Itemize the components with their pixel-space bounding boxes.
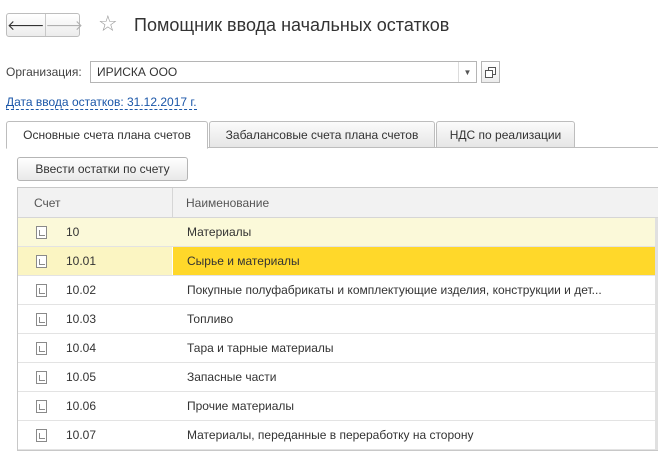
account-name-cell: Тара и тарные материалы [173,334,656,362]
table-row[interactable]: 10.04 Тара и тарные материалы [18,334,658,363]
account-name-cell: Сырье и материалы [173,247,656,275]
table-row[interactable]: 10.02 Покупные полуфабрикаты и комплекту… [18,276,658,305]
organization-value: ИРИСКА ООО [97,65,178,79]
account-code-cell: 10.06 [18,392,172,420]
column-header-account[interactable]: Счет [34,196,61,210]
account-document-icon [36,226,47,239]
tab-vat-sales[interactable]: НДС по реализации [436,121,575,148]
account-code: 10.04 [66,341,97,355]
account-name: Материалы [187,225,252,239]
account-name-cell: Прочие материалы [173,392,656,420]
account-name-cell: Покупные полуфабрикаты и комплектующие и… [173,276,656,304]
favorite-star-icon[interactable]: ☆ [98,12,118,36]
account-code-cell: 10.02 [18,276,172,304]
account-code-cell: 10.05 [18,363,172,391]
account-name-cell: Запасные части [173,363,656,391]
account-code-cell: 10 [18,218,172,246]
balance-date-link[interactable]: Дата ввода остатков: 31.12.2017 г. [6,95,197,110]
open-organization-button[interactable] [481,61,500,83]
organization-label: Организация: [6,65,82,79]
account-name: Прочие материалы [187,399,295,413]
table-row[interactable]: 10.07 Материалы, переданные в переработк… [18,421,658,450]
account-name: Материалы, переданные в переработку на с… [187,428,474,442]
account-name: Покупные полуфабрикаты и комплектующие и… [187,283,602,297]
arrow-left-icon: 🡐 [7,16,45,33]
open-window-icon [485,66,496,78]
account-code: 10.07 [66,428,97,442]
tab-off-balance-accounts[interactable]: Забалансовые счета плана счетов [209,121,435,148]
account-code: 10.06 [66,399,97,413]
account-name-cell: Топливо [173,305,656,333]
account-code-cell: 10.04 [18,334,172,362]
account-document-icon [36,429,47,442]
account-document-icon [36,255,47,268]
account-name: Запасные части [187,370,277,384]
account-document-icon [36,342,47,355]
table-header: Счет Наименование [18,188,658,218]
account-document-icon [36,371,47,384]
account-code-cell: 10.01 [18,247,172,275]
table-row[interactable]: 10.05 Запасные части [18,363,658,392]
tab-main-accounts[interactable]: Основные счета плана счетов [6,121,208,149]
account-code: 10 [66,225,80,239]
page-title: Помощник ввода начальных остатков [134,15,450,35]
account-document-icon [36,400,47,413]
forward-button[interactable]: 🡒 [46,14,84,36]
account-code: 10.02 [66,283,97,297]
navigation-buttons: 🡐 🡒 [6,13,83,37]
back-button[interactable]: 🡐 [7,14,46,36]
table-row[interactable]: 10 Материалы [18,218,658,247]
accounts-table[interactable]: Счет Наименование 10 Материалы 10.01 Сыр… [17,187,658,451]
account-name-cell: Материалы, переданные в переработку на с… [173,421,656,449]
account-code-cell: 10.07 [18,421,172,449]
account-document-icon [36,313,47,326]
account-code: 10.01 [66,254,97,268]
table-row[interactable]: 10.03 Топливо [18,305,658,334]
organization-field[interactable]: ИРИСКА ООО ▼ [90,61,477,83]
account-name: Тара и тарные материалы [187,341,334,355]
account-code-cell: 10.03 [18,305,172,333]
chevron-down-icon[interactable]: ▼ [458,62,476,82]
account-name: Топливо [187,312,234,326]
arrow-right-icon: 🡒 [45,16,84,33]
column-divider [172,188,173,218]
column-header-name[interactable]: Наименование [186,196,269,210]
account-name: Сырье и материалы [187,254,300,268]
account-document-icon [36,284,47,297]
table-row-selected[interactable]: 10.01 Сырье и материалы [18,247,658,276]
account-code: 10.03 [66,312,97,326]
enter-balance-button[interactable]: Ввести остатки по счету [17,157,188,181]
account-code: 10.05 [66,370,97,384]
table-row[interactable]: 10.06 Прочие материалы [18,392,658,421]
account-name-cell: Материалы [173,218,656,246]
